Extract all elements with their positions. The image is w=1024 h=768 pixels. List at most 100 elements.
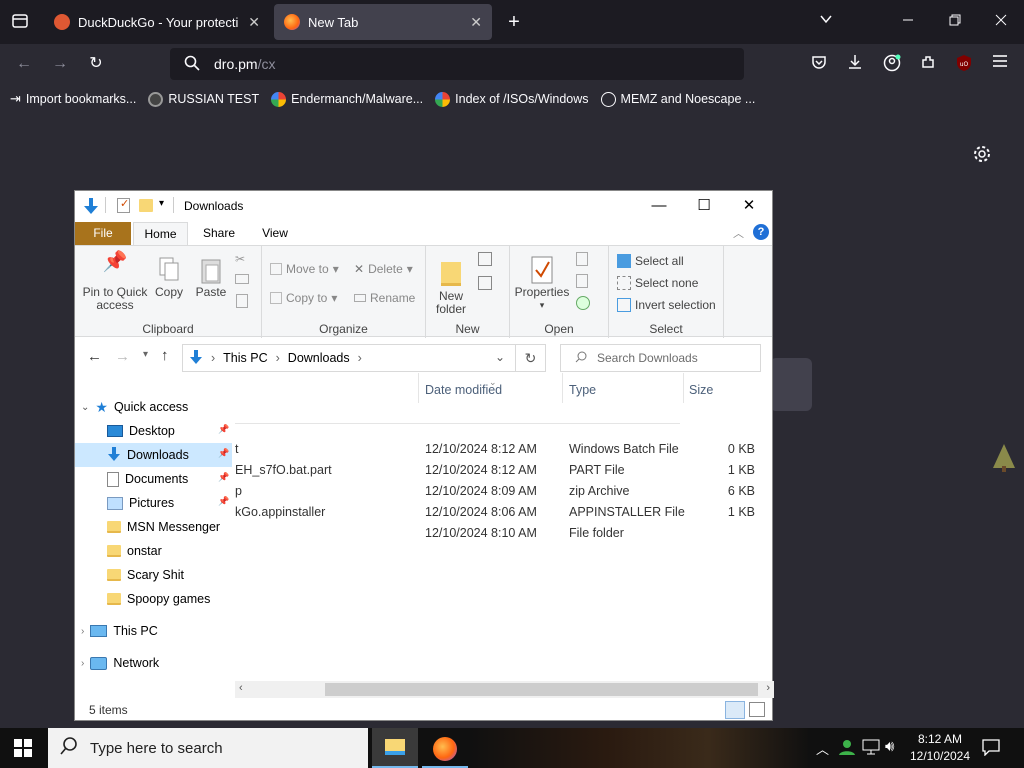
clock[interactable]: 8:12 AM 12/10/2024 — [906, 731, 974, 765]
copy-button[interactable]: Copy — [151, 256, 187, 299]
address-history-chevron-icon[interactable]: ⌄ — [495, 350, 505, 364]
scroll-right-icon[interactable]: › — [766, 682, 770, 694]
close-tab-icon[interactable]: ✕ — [248, 14, 260, 31]
maximize-icon[interactable]: ☐ — [681, 191, 727, 221]
back-arrow-icon[interactable]: ← — [87, 348, 102, 365]
customize-qat-icon[interactable]: ▾ — [159, 198, 164, 209]
minimize-icon[interactable]: — — [636, 191, 682, 221]
new-tab-icon[interactable]: + — [504, 12, 524, 32]
scrollbar-thumb[interactable] — [325, 683, 758, 696]
file-row[interactable]: t 12/10/2024 8:12 AM Windows Batch File … — [235, 439, 774, 460]
easy-access-icon[interactable] — [478, 276, 492, 290]
close-tab-icon[interactable]: ✕ — [470, 14, 482, 31]
bookmark-import[interactable]: ⇥ Import bookmarks... — [10, 91, 136, 107]
large-icons-view-icon[interactable] — [749, 702, 765, 717]
nav-item-scary-shit[interactable]: Scary Shit — [107, 563, 184, 587]
network-icon[interactable] — [862, 739, 880, 755]
menu-icon[interactable] — [990, 54, 1010, 74]
user-status-icon[interactable] — [838, 738, 856, 756]
pin-icon[interactable]: 📌 — [218, 424, 229, 435]
nav-quick-access[interactable]: ⌄ ★ Quick access — [81, 395, 188, 419]
volume-icon[interactable]: 🔊︎ — [885, 738, 894, 755]
address-bar[interactable]: › This PC › Downloads › ⌄ — [182, 344, 516, 372]
select-none-button[interactable]: Select none — [617, 276, 698, 290]
nav-network[interactable]: › Network — [81, 651, 159, 675]
properties-check-icon[interactable]: ✓ — [117, 198, 130, 213]
bookmark-endermanch[interactable]: Endermanch/Malware... — [271, 91, 423, 107]
copy-path-icon[interactable] — [235, 274, 249, 284]
nav-item-pictures[interactable]: Pictures — [107, 491, 174, 515]
copy-to-button[interactable]: Copy to ▾ — [270, 291, 337, 305]
new-item-icon[interactable] — [478, 252, 492, 266]
back-icon[interactable]: ← — [14, 54, 34, 74]
history-icon[interactable] — [576, 296, 590, 310]
nav-item-msn-messenger[interactable]: MSN Messenger — [107, 515, 220, 539]
close-window-icon[interactable] — [991, 12, 1011, 32]
close-window-icon[interactable]: ✕ — [726, 191, 772, 221]
edit-icon[interactable] — [576, 274, 588, 288]
taskbar-search[interactable]: Type here to search — [48, 728, 368, 768]
pin-icon[interactable]: 📌 — [218, 496, 229, 507]
tab-list-icon[interactable] — [10, 12, 30, 32]
tab-share[interactable]: Share — [193, 222, 245, 245]
paste-shortcut-icon[interactable] — [236, 294, 248, 308]
refresh-icon[interactable]: ↻ — [516, 344, 546, 372]
cut-icon[interactable]: ✂ — [235, 252, 245, 266]
nav-item-onstar[interactable]: onstar — [107, 539, 162, 563]
pin-icon[interactable]: 📌 — [218, 448, 229, 459]
delete-button[interactable]: ✕ Delete ▾ — [354, 262, 413, 276]
windows-start-icon[interactable] — [14, 739, 32, 760]
ublock-origin-icon[interactable]: uO — [954, 54, 974, 74]
nav-this-pc[interactable]: › This PC — [81, 619, 158, 643]
column-type[interactable]: Type — [569, 383, 596, 397]
settings-gear-icon[interactable] — [973, 145, 991, 166]
up-arrow-icon[interactable]: ↑ — [161, 347, 169, 364]
rename-button[interactable]: Rename — [354, 291, 415, 305]
scroll-left-icon[interactable]: ‹ — [239, 682, 243, 694]
restore-icon[interactable] — [945, 12, 965, 32]
properties-button[interactable]: Properties ▾ — [514, 256, 570, 312]
column-size[interactable]: Size — [689, 383, 713, 397]
pin-quick-access-button[interactable]: 📌 Pin to Quick access — [81, 252, 149, 312]
file-row[interactable]: 12/10/2024 8:10 AM File folder — [235, 523, 774, 544]
horizontal-scrollbar[interactable]: ‹ › — [235, 681, 774, 698]
recent-locations-icon[interactable]: ▾ — [143, 349, 148, 360]
help-icon[interactable]: ? — [753, 224, 769, 240]
open-icon[interactable] — [576, 252, 588, 266]
taskbar-file-explorer[interactable] — [372, 728, 418, 768]
pocket-icon[interactable] — [809, 54, 829, 74]
details-view-icon[interactable] — [725, 701, 745, 719]
chevron-up-icon[interactable]: ︿ — [816, 739, 829, 758]
extensions-icon[interactable] — [918, 54, 938, 74]
bookmark-russian-test[interactable]: RUSSIAN TEST — [148, 91, 259, 107]
downloads-icon[interactable] — [845, 54, 865, 74]
nav-item-spoopy-games[interactable]: Spoopy games — [107, 587, 210, 611]
file-row[interactable]: p 12/10/2024 8:09 AM zip Archive 6 KB — [235, 481, 774, 502]
minimize-icon[interactable] — [898, 12, 918, 32]
select-all-button[interactable]: Select all — [617, 254, 684, 268]
reload-icon[interactable]: ↻ — [86, 54, 106, 74]
search-box[interactable]: Search Downloads — [560, 344, 761, 372]
breadcrumb-downloads[interactable]: Downloads — [288, 351, 350, 365]
file-row[interactable]: EH_s7fO.bat.part 12/10/2024 8:12 AM PART… — [235, 460, 774, 481]
tab-duckduckgo[interactable]: DuckDuckGo - Your protection, ✕ — [44, 4, 270, 40]
account-icon[interactable] — [882, 54, 902, 74]
tab-new-tab[interactable]: New Tab ✕ — [274, 4, 492, 40]
nav-item-documents[interactable]: Documents — [107, 467, 188, 491]
new-folder-icon[interactable] — [139, 199, 153, 212]
url-bar[interactable]: dro.pm/cx — [170, 48, 744, 80]
notification-icon[interactable] — [982, 738, 1000, 759]
chevron-down-icon[interactable] — [816, 12, 836, 32]
nav-item-downloads[interactable]: Downloads — [107, 443, 189, 467]
move-to-button[interactable]: Move to ▾ — [270, 262, 339, 276]
collapse-ribbon-icon[interactable]: ︿ — [733, 225, 744, 241]
tab-view[interactable]: View — [249, 222, 301, 245]
file-row[interactable]: kGo.appinstaller 12/10/2024 8:06 AM APPI… — [235, 502, 774, 523]
taskbar-firefox[interactable] — [422, 728, 468, 768]
tab-home[interactable]: Home — [133, 222, 188, 245]
breadcrumb-this-pc[interactable]: This PC — [223, 351, 267, 365]
pin-icon[interactable]: 📌 — [218, 472, 229, 483]
shortcut-tile[interactable] — [770, 358, 812, 411]
invert-selection-button[interactable]: Invert selection — [617, 298, 716, 312]
bookmark-index-isos[interactable]: Index of /ISOs/Windows — [435, 91, 589, 107]
